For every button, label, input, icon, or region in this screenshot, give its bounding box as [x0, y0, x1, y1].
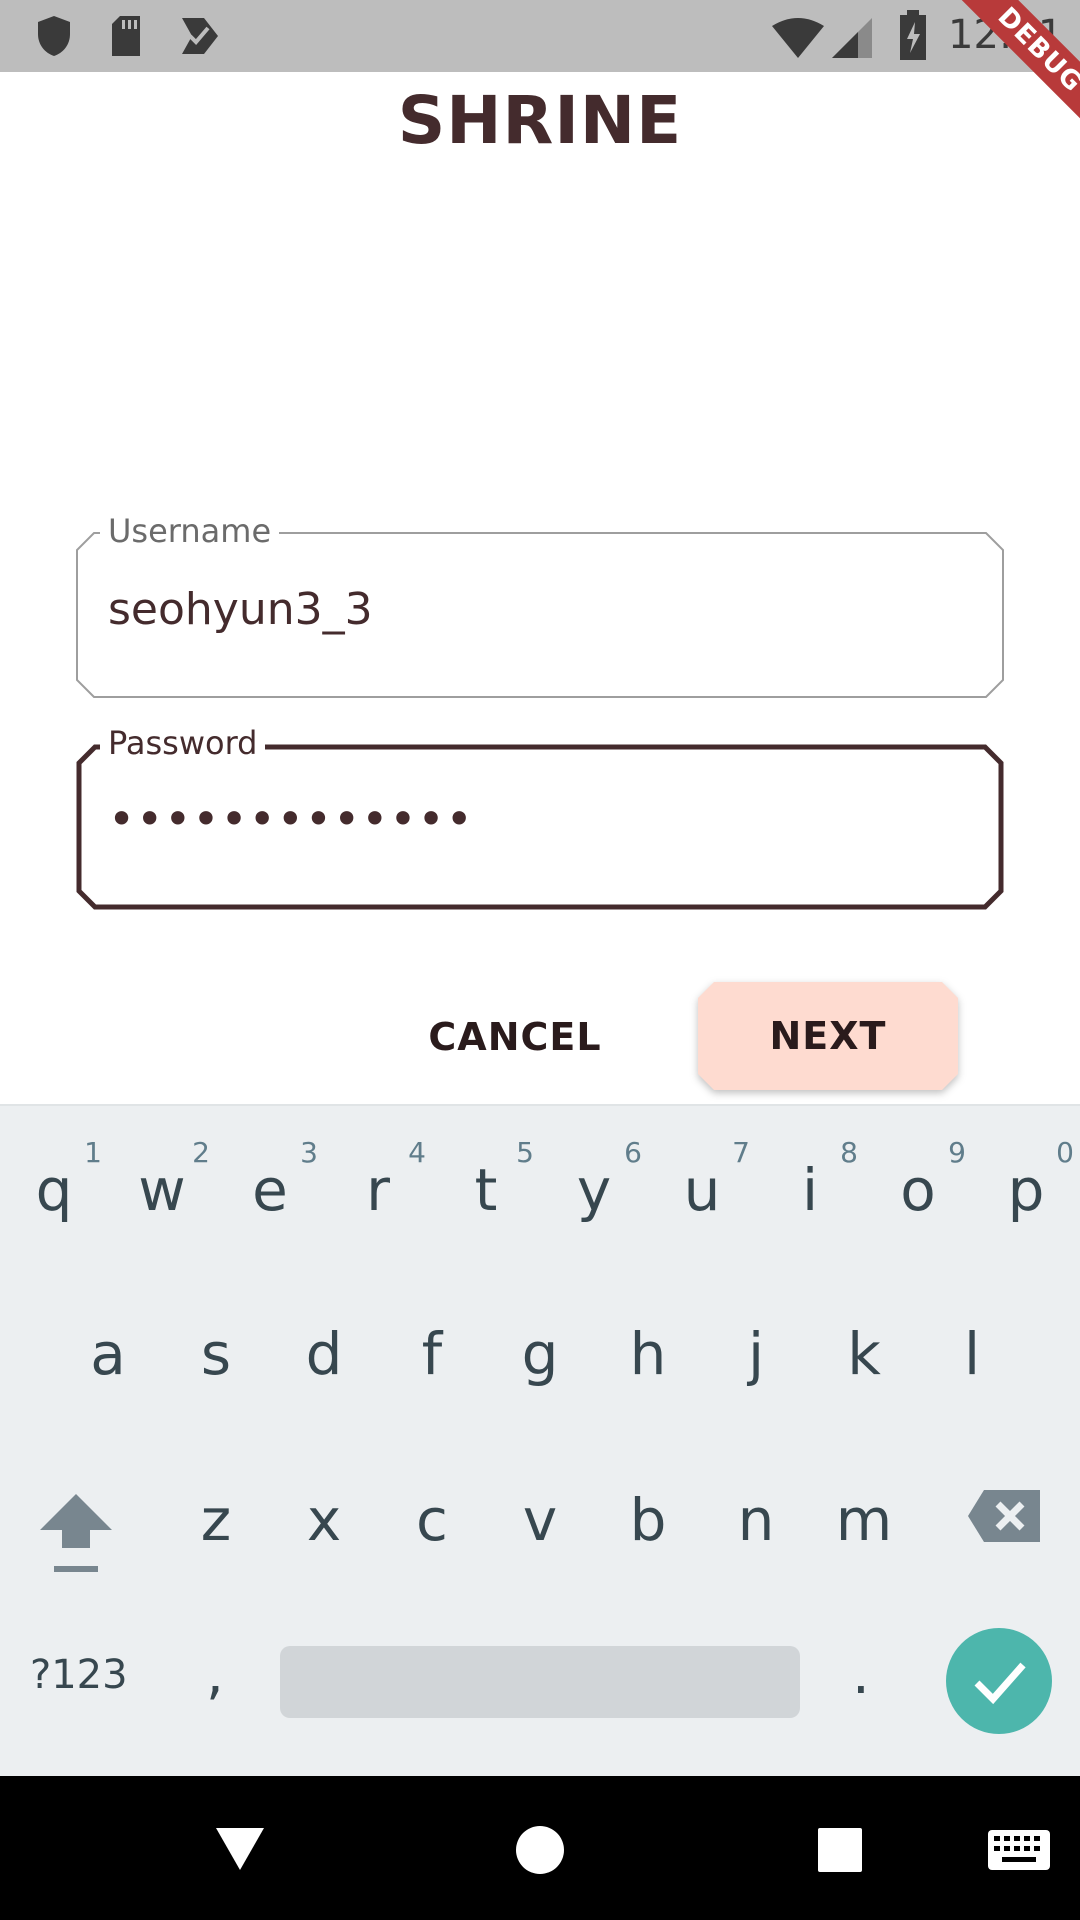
key-m[interactable]: m — [810, 1460, 918, 1580]
password-input[interactable]: ••••••••••••• — [108, 792, 474, 846]
key-e[interactable]: e3 — [216, 1130, 324, 1250]
check-icon — [974, 1662, 1026, 1705]
navigation-bar — [0, 1776, 1080, 1920]
page-title: SHRINE — [397, 82, 683, 159]
next-button-label: NEXT — [769, 1014, 887, 1058]
key-p[interactable]: p0 — [972, 1130, 1080, 1250]
keyboard-row-2: a s d f g h j k l — [0, 1294, 1080, 1414]
username-label: Username — [100, 512, 280, 550]
password-field[interactable]: Password ••••••••••••• — [76, 724, 1004, 910]
task-check-icon — [182, 18, 218, 54]
key-z[interactable]: z — [162, 1460, 270, 1580]
key-f[interactable]: f — [378, 1294, 486, 1414]
battery-charging-icon — [900, 10, 926, 60]
key-g[interactable]: g — [486, 1294, 594, 1414]
symbols-key[interactable]: ?123 — [30, 1652, 128, 1698]
key-b[interactable]: b — [594, 1460, 702, 1580]
username-field[interactable]: Username seohyun3_3 — [76, 512, 1004, 698]
keyboard-row-1: q1 w2 e3 r4 t5 y6 u7 i8 o9 p0 — [0, 1130, 1080, 1250]
key-a[interactable]: a — [54, 1294, 162, 1414]
key-n[interactable]: n — [702, 1460, 810, 1580]
next-button[interactable]: NEXT — [696, 980, 960, 1092]
status-bar: 12:31 — [0, 0, 1080, 72]
home-icon[interactable] — [516, 1826, 564, 1874]
key-s[interactable]: s — [162, 1294, 270, 1414]
space-bar[interactable] — [280, 1646, 800, 1718]
key-u[interactable]: u7 — [648, 1130, 756, 1250]
key-w[interactable]: w2 — [108, 1130, 216, 1250]
comma-key[interactable]: , — [206, 1642, 224, 1707]
key-v[interactable]: v — [486, 1460, 594, 1580]
key-l[interactable]: l — [918, 1294, 1026, 1414]
key-o[interactable]: o9 — [864, 1130, 972, 1250]
shift-icon[interactable] — [38, 1490, 114, 1576]
key-d[interactable]: d — [270, 1294, 378, 1414]
password-label: Password — [100, 724, 266, 762]
back-icon[interactable] — [214, 1826, 266, 1872]
sd-card-icon — [112, 16, 140, 56]
username-input[interactable]: seohyun3_3 — [108, 584, 373, 635]
key-x[interactable]: x — [270, 1460, 378, 1580]
backspace-icon[interactable] — [966, 1488, 1042, 1544]
cellular-signal-icon — [832, 18, 872, 58]
key-i[interactable]: i8 — [756, 1130, 864, 1250]
keyboard-switch-icon[interactable] — [988, 1830, 1050, 1870]
key-y[interactable]: y6 — [540, 1130, 648, 1250]
wifi-icon — [772, 18, 824, 58]
key-t[interactable]: t5 — [432, 1130, 540, 1250]
period-key[interactable]: . — [852, 1642, 870, 1707]
key-j[interactable]: j — [702, 1294, 810, 1414]
key-c[interactable]: c — [378, 1460, 486, 1580]
keyboard-row-3: z x c v b n m — [0, 1460, 1080, 1580]
recents-icon[interactable] — [818, 1828, 862, 1872]
key-q[interactable]: q1 — [0, 1130, 108, 1250]
key-r[interactable]: r4 — [324, 1130, 432, 1250]
cancel-button[interactable]: CANCEL — [410, 1004, 620, 1070]
shield-icon — [38, 16, 70, 56]
key-k[interactable]: k — [810, 1294, 918, 1414]
done-key[interactable] — [946, 1628, 1052, 1734]
key-h[interactable]: h — [594, 1294, 702, 1414]
